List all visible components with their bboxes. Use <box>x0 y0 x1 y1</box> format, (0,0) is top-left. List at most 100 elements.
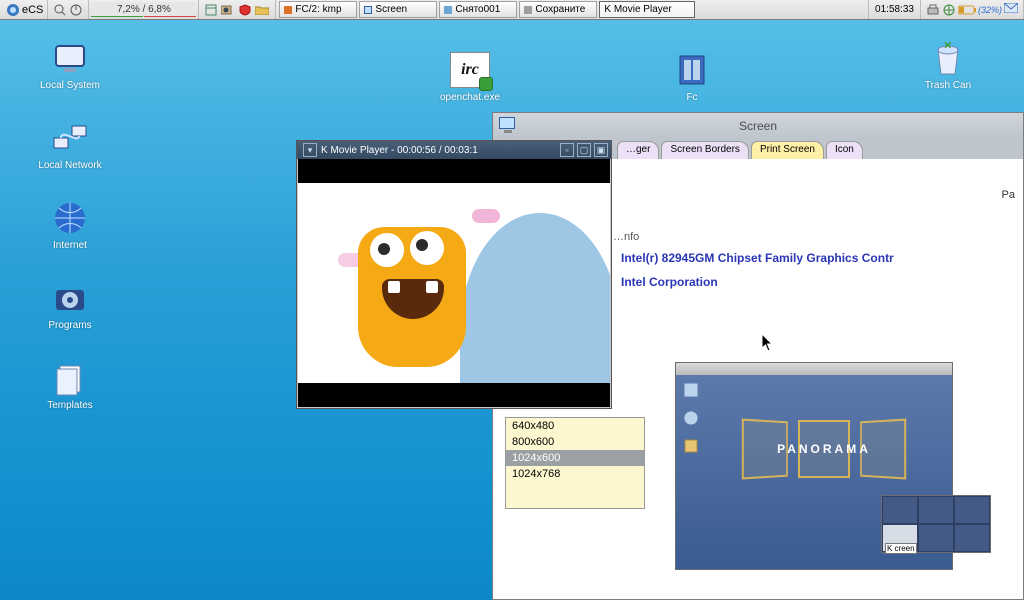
quick-icons <box>48 0 89 19</box>
clock-text: 01:58:33 <box>875 4 914 15</box>
desktop-icon-fc[interactable]: Fc <box>642 50 742 103</box>
shield-icon[interactable] <box>237 2 253 18</box>
window-k-movie-player: ▾ K Movie Player - 00:00:56 / 00:03:1 ▫ … <box>296 140 612 409</box>
task-label: Снято001 <box>455 4 500 15</box>
task-save[interactable]: Сохраните <box>519 1 597 18</box>
templates-icon <box>50 358 90 398</box>
taskbar: eCS 7,2% / 6,8% FC/2: kmp Screen Снято00… <box>0 0 1024 20</box>
pager-current[interactable]: K creen <box>882 524 918 552</box>
task-label: Сохраните <box>535 4 585 15</box>
gpu-name: Intel(r) 82945GM Chipset Family Graphics… <box>621 251 894 265</box>
desktop-icon-programs[interactable]: Programs <box>20 278 120 331</box>
task-screen[interactable]: Screen <box>359 1 437 18</box>
gpu-vendor: Intel Corporation <box>621 275 718 289</box>
preview-icon <box>682 437 700 455</box>
resolution-option[interactable]: 1024x768 <box>506 466 644 482</box>
mail-icon[interactable] <box>1004 3 1018 17</box>
desktop-icon-local-network[interactable]: Local Network <box>20 118 120 171</box>
local-network-icon <box>50 118 90 158</box>
video-area[interactable] <box>298 159 610 407</box>
window-menu-button[interactable]: ▾ <box>303 143 317 157</box>
tab-label: Icon <box>835 144 854 155</box>
window-title: Screen <box>739 119 777 133</box>
os-menu-button[interactable] <box>4 2 22 18</box>
resolution-option[interactable]: 640x480 <box>506 418 644 434</box>
desktop-icon-templates[interactable]: Templates <box>20 358 120 411</box>
task-label: Screen <box>375 4 407 15</box>
tray-left-icons <box>199 0 276 19</box>
printer-icon[interactable] <box>926 3 940 17</box>
icon-label: Local System <box>20 80 120 91</box>
systray: (32%) <box>921 0 1024 19</box>
tab-label: Screen Borders <box>670 144 739 155</box>
icon-label: Fc <box>642 92 742 103</box>
tab-screen-borders[interactable]: Screen Borders <box>661 141 748 159</box>
battery-icon[interactable]: (32%) <box>958 3 1002 17</box>
tab-print-screen[interactable]: Print Screen <box>751 141 824 159</box>
irc-badge-text: irc <box>461 61 479 79</box>
network-icon[interactable] <box>942 3 956 17</box>
tab-pager[interactable]: …ger <box>617 141 659 159</box>
camera-icon[interactable] <box>219 2 237 18</box>
icon-label: Templates <box>20 400 120 411</box>
desktop-icon-internet[interactable]: Internet <box>20 198 120 251</box>
tab-icon[interactable]: Icon <box>826 141 863 159</box>
task-fc2[interactable]: FC/2: kmp <box>279 1 357 18</box>
fc-icon <box>672 50 712 90</box>
panorama-text: PANORAMA <box>777 442 871 456</box>
icon-label: openchat.exe <box>420 92 520 103</box>
trash-icon <box>928 38 968 78</box>
tab-label: …ger <box>626 144 650 155</box>
resolution-option[interactable]: 800x600 <box>506 434 644 450</box>
cpu-text: 7,2% / 6,8% <box>117 4 171 15</box>
local-system-icon <box>50 38 90 78</box>
info-header: …nfo <box>613 231 639 243</box>
task-label: K Movie Player <box>604 4 671 15</box>
monitor-icon <box>364 6 372 14</box>
window-list-icon[interactable] <box>203 2 219 18</box>
preview-icons <box>682 381 700 455</box>
titlebar[interactable]: Screen <box>493 113 1023 139</box>
clock: 01:58:33 <box>869 0 921 19</box>
power-icon[interactable] <box>68 2 84 18</box>
minimize-button[interactable]: ▫ <box>560 143 574 157</box>
preview-titlebar <box>676 363 952 375</box>
battery-text: (32%) <box>978 5 1002 15</box>
panorama-logo: PANORAMA <box>714 413 934 485</box>
virtual-desktop-pager[interactable]: K creen <box>881 495 991 553</box>
task-label: FC/2: kmp <box>295 4 341 15</box>
close-button[interactable]: ▣ <box>594 143 608 157</box>
task-shot[interactable]: Снято001 <box>439 1 517 18</box>
icon-label: Local Network <box>20 160 120 171</box>
os-label: eCS <box>22 4 43 16</box>
programs-icon <box>50 278 90 318</box>
decorative-shape <box>378 243 390 255</box>
resolution-list[interactable]: 640x480800x6001024x6001024x768 <box>505 417 645 509</box>
icon-label: Programs <box>20 320 120 331</box>
mouse-cursor-icon <box>762 334 774 352</box>
cpu-meter: 7,2% / 6,8% <box>89 0 199 19</box>
folder-icon[interactable] <box>253 2 271 18</box>
decorative-shape <box>472 209 500 223</box>
desktop-icon-openchat[interactable]: irc openchat.exe <box>420 50 520 103</box>
preview-icon <box>682 381 700 399</box>
titlebar[interactable]: ▾ K Movie Player - 00:00:56 / 00:03:1 ▫ … <box>297 141 611 159</box>
window-title: K Movie Player - 00:00:56 / 00:03:1 <box>321 145 478 156</box>
desktop-icon-trash[interactable]: Trash Can <box>898 38 998 91</box>
task-buttons: FC/2: kmp Screen Снято001 Сохраните K Mo… <box>276 0 869 19</box>
monitor-icon <box>499 117 517 135</box>
internet-icon <box>50 198 90 238</box>
truncated-label: Pa <box>1002 189 1015 201</box>
icon-label: Trash Can <box>898 80 998 91</box>
task-kmp[interactable]: K Movie Player <box>599 1 695 18</box>
desktop-icon-local-system[interactable]: Local System <box>20 38 120 91</box>
start-area[interactable]: eCS <box>0 0 48 19</box>
icon-label: Internet <box>20 240 120 251</box>
resolution-option[interactable]: 1024x600 <box>506 450 644 466</box>
cartoon-character-blue <box>460 213 610 383</box>
pager-mini-label: K creen <box>885 543 917 554</box>
maximize-button[interactable]: ▢ <box>577 143 591 157</box>
search-icon[interactable] <box>52 2 68 18</box>
tab-label: Print Screen <box>760 144 815 155</box>
openchat-icon: irc <box>450 50 490 90</box>
